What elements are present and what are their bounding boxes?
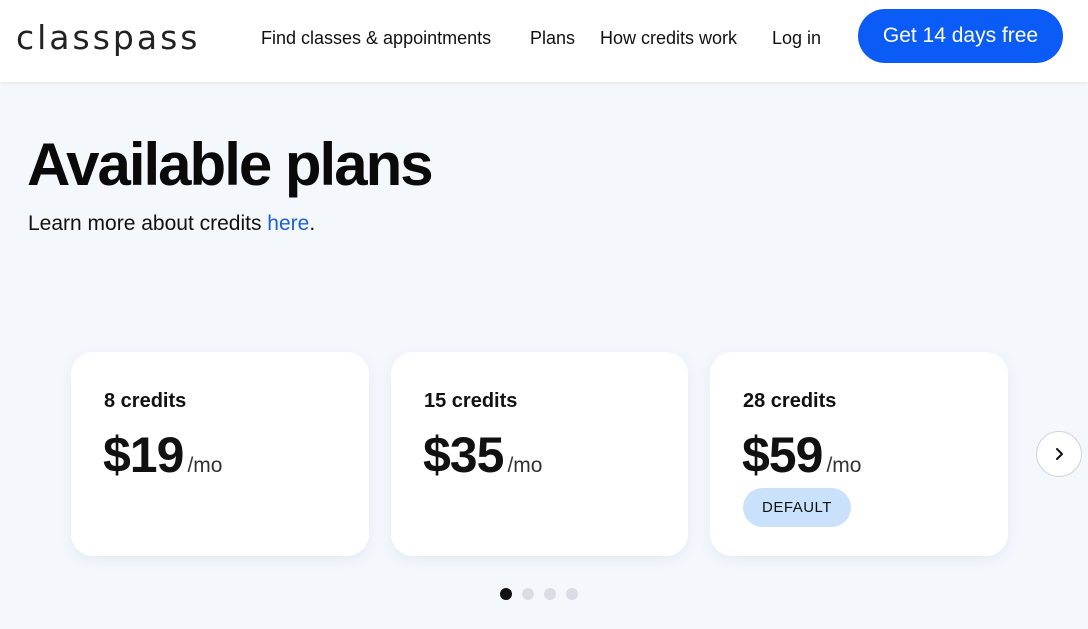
plan-credits: 15 credits [424,390,518,412]
carousel-dot-4[interactable] [566,588,578,600]
plan-price-amount: $59 [742,427,823,483]
plan-card-8-credits[interactable]: 8 credits $19/mo [71,352,369,556]
nav-log-in[interactable]: Log in [772,28,821,49]
carousel-dot-3[interactable] [544,588,556,600]
plan-price: $35/mo [423,426,542,484]
carousel-pagination [500,588,578,600]
chevron-right-icon [1056,448,1063,460]
carousel-dot-1[interactable] [500,588,512,600]
get-free-trial-button[interactable]: Get 14 days free [858,9,1063,63]
nav-find-classes[interactable]: Find classes & appointments [261,28,491,49]
plan-price-period: /mo [826,454,862,477]
site-header: classpass Find classes & appointments Pl… [0,0,1088,82]
plan-credits: 28 credits [743,390,837,412]
subtitle-period: . [309,212,316,235]
plan-card-28-credits[interactable]: 28 credits $59/mo DEFAULT [710,352,1008,556]
plan-price-amount: $35 [423,427,504,483]
plan-price-amount: $19 [103,427,184,483]
plan-price: $59/mo [742,426,861,484]
plan-price-period: /mo [187,454,223,477]
nav-how-credits-work[interactable]: How credits work [600,28,737,49]
page-subtitle: Learn more about credits here. [28,212,315,236]
plan-price: $19/mo [103,426,222,484]
nav-plans[interactable]: Plans [530,28,575,49]
plan-credits: 8 credits [104,390,187,412]
carousel-next-button[interactable] [1036,431,1082,477]
classpass-logo[interactable]: classpass [16,18,200,57]
credits-info-link[interactable]: here [267,212,309,235]
page-title: Available plans [27,131,434,198]
plan-price-period: /mo [507,454,543,477]
plan-card-15-credits[interactable]: 15 credits $35/mo [391,352,688,556]
carousel-dot-2[interactable] [522,588,534,600]
default-badge: DEFAULT [743,488,851,527]
subtitle-text: Learn more about credits [28,212,268,235]
